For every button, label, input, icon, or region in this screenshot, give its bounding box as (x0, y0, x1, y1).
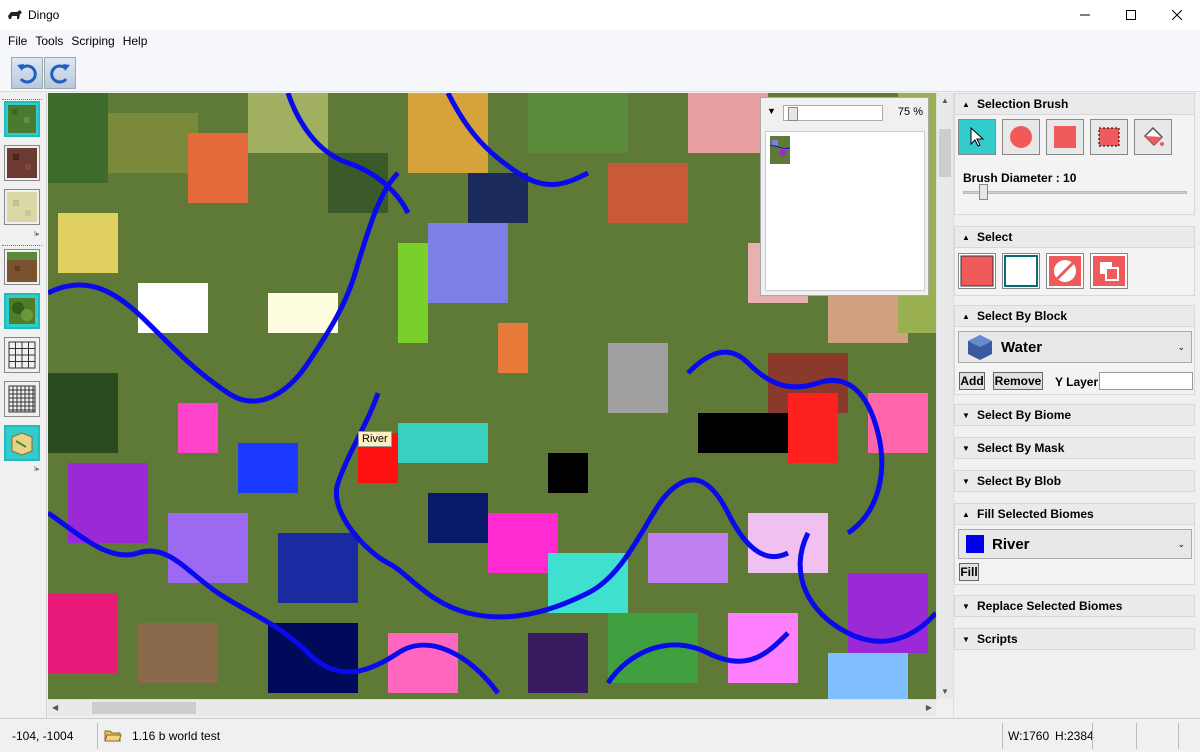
marquee-icon (1098, 127, 1120, 147)
invert-selection-icon (1049, 256, 1081, 286)
marquee-button[interactable] (1090, 119, 1128, 155)
ylayer-input[interactable] (1099, 372, 1193, 390)
tool-column: I▸ I▸ (0, 93, 47, 718)
biome-tooltip: River (358, 431, 392, 447)
select-none-button[interactable] (1002, 253, 1040, 289)
app-icon (8, 10, 22, 19)
fill-button[interactable]: Fill (959, 563, 979, 581)
minimap-canvas[interactable] (765, 131, 925, 291)
zoom-percent: 75 % (897, 106, 923, 118)
status-bar: -104, -1004 1.16 b world test W:1760 H:2… (0, 718, 1200, 752)
map-canvas[interactable]: ▼ 75 % River (48, 93, 936, 699)
pointer-button[interactable] (958, 119, 996, 155)
zoom-slider[interactable] (783, 105, 883, 121)
section-fill-selected-biomes[interactable]: ▲ Fill Selected Biomes (954, 503, 1195, 525)
close-button[interactable] (1154, 0, 1200, 30)
add-button[interactable]: Add (959, 372, 985, 390)
minimap-thumbnail (769, 136, 791, 164)
vertical-scroll-thumb[interactable] (939, 129, 951, 177)
fine-grid-tool[interactable] (4, 381, 40, 417)
cursor-coordinates: -104, -1004 (12, 729, 74, 743)
water-block-icon (968, 335, 992, 360)
select-all-button[interactable] (958, 253, 996, 289)
block-dropdown-value: Water (1001, 338, 1043, 356)
map-tool[interactable] (4, 425, 40, 461)
minimize-button[interactable] (1062, 0, 1108, 30)
map-width: W:1760 (1008, 729, 1050, 743)
dirt-block-icon (7, 252, 37, 282)
grid-icon (8, 341, 36, 369)
map-height: H:2384 (1055, 729, 1094, 743)
expander-glyph-2[interactable]: I▸ (34, 465, 39, 473)
undo-icon (17, 64, 37, 84)
dirt-block-tool[interactable] (4, 249, 40, 285)
netherrack-block-tool[interactable] (4, 145, 40, 181)
expander-glyph[interactable]: I▸ (34, 230, 39, 238)
biome-dropdown-value: River (992, 535, 1030, 553)
menu-scripting[interactable]: Scriping (67, 34, 118, 48)
biome-dropdown[interactable]: River ⌄ (958, 529, 1192, 559)
fill-bucket-icon (1143, 126, 1164, 147)
circle-brush-icon (1010, 126, 1032, 148)
undo-button[interactable] (11, 57, 43, 89)
ylayer-label: Y Layer (1055, 375, 1099, 389)
select-border-icon (1093, 256, 1125, 286)
menu-help[interactable]: Help (119, 34, 152, 48)
chevron-down-icon: ⌄ (1177, 341, 1185, 352)
window-title: Dingo (28, 8, 60, 22)
title-bar: Dingo (0, 0, 1200, 30)
select-none-icon (1004, 255, 1038, 287)
remove-button[interactable]: Remove (993, 372, 1043, 390)
section-scripts[interactable]: ▼ Scripts (954, 628, 1195, 650)
fine-grid-icon (8, 385, 36, 413)
folder-icon[interactable] (104, 727, 122, 743)
section-select-by-blob[interactable]: ▼ Select By Blob (954, 470, 1195, 492)
brush-diameter-thumb[interactable] (979, 184, 988, 200)
collapse-arrow-icon[interactable]: ▼ (767, 106, 776, 116)
square-brush-button[interactable] (1046, 119, 1084, 155)
tool-panel: ▲ Selection Brush Brush Diameter : 10 ▲ … (953, 93, 1200, 718)
menu-file[interactable]: File (4, 34, 31, 48)
biome-icon (9, 298, 35, 324)
toolbar (0, 52, 1200, 92)
brush-diameter-track[interactable] (963, 191, 1187, 194)
minimap-panel: ▼ 75 % (760, 97, 929, 296)
endstone-block-tool[interactable] (4, 189, 40, 225)
grid-tool[interactable] (4, 337, 40, 373)
select-border-button[interactable] (1090, 253, 1128, 289)
pointer-icon (970, 126, 985, 147)
vertical-scrollbar[interactable]: ▲ ▼ (936, 93, 953, 699)
collapse-icon: ▲ (962, 99, 970, 109)
horizontal-scroll-thumb[interactable] (92, 702, 196, 714)
grass-block-icon (8, 105, 36, 133)
section-select-by-block[interactable]: ▲ Select By Block (954, 305, 1195, 327)
endstone-block-icon (7, 192, 37, 222)
fill-bucket-button[interactable] (1134, 119, 1172, 155)
biome-color-swatch (966, 535, 984, 553)
circle-brush-button[interactable] (1002, 119, 1040, 155)
grass-block-tool[interactable] (4, 101, 40, 137)
invert-selection-button[interactable] (1046, 253, 1084, 289)
biome-tool[interactable] (4, 293, 40, 329)
menu-tools[interactable]: Tools (31, 34, 67, 48)
maximize-button[interactable] (1108, 0, 1154, 30)
section-selection-brush[interactable]: ▲ Selection Brush (954, 93, 1195, 115)
zoom-slider-thumb[interactable] (788, 107, 798, 121)
redo-icon (50, 64, 70, 84)
netherrack-block-icon (7, 148, 37, 178)
redo-button[interactable] (44, 57, 76, 89)
square-brush-icon (1054, 126, 1076, 148)
menu-bar: File Tools Scriping Help (0, 30, 1200, 52)
section-replace-selected-biomes[interactable]: ▼ Replace Selected Biomes (954, 595, 1195, 617)
section-select-by-mask[interactable]: ▼ Select By Mask (954, 437, 1195, 459)
select-all-icon (960, 255, 994, 287)
section-select-by-biome[interactable]: ▼ Select By Biome (954, 404, 1195, 426)
brush-diameter-label: Brush Diameter : 10 (963, 171, 1077, 185)
horizontal-scrollbar[interactable]: ◀ ▶ (48, 699, 936, 716)
map-icon (11, 432, 33, 456)
world-name: 1.16 b world test (132, 729, 221, 743)
chevron-down-icon: ⌄ (1177, 538, 1185, 549)
section-select[interactable]: ▲ Select (954, 226, 1195, 248)
block-dropdown[interactable]: Water ⌄ (958, 331, 1192, 363)
